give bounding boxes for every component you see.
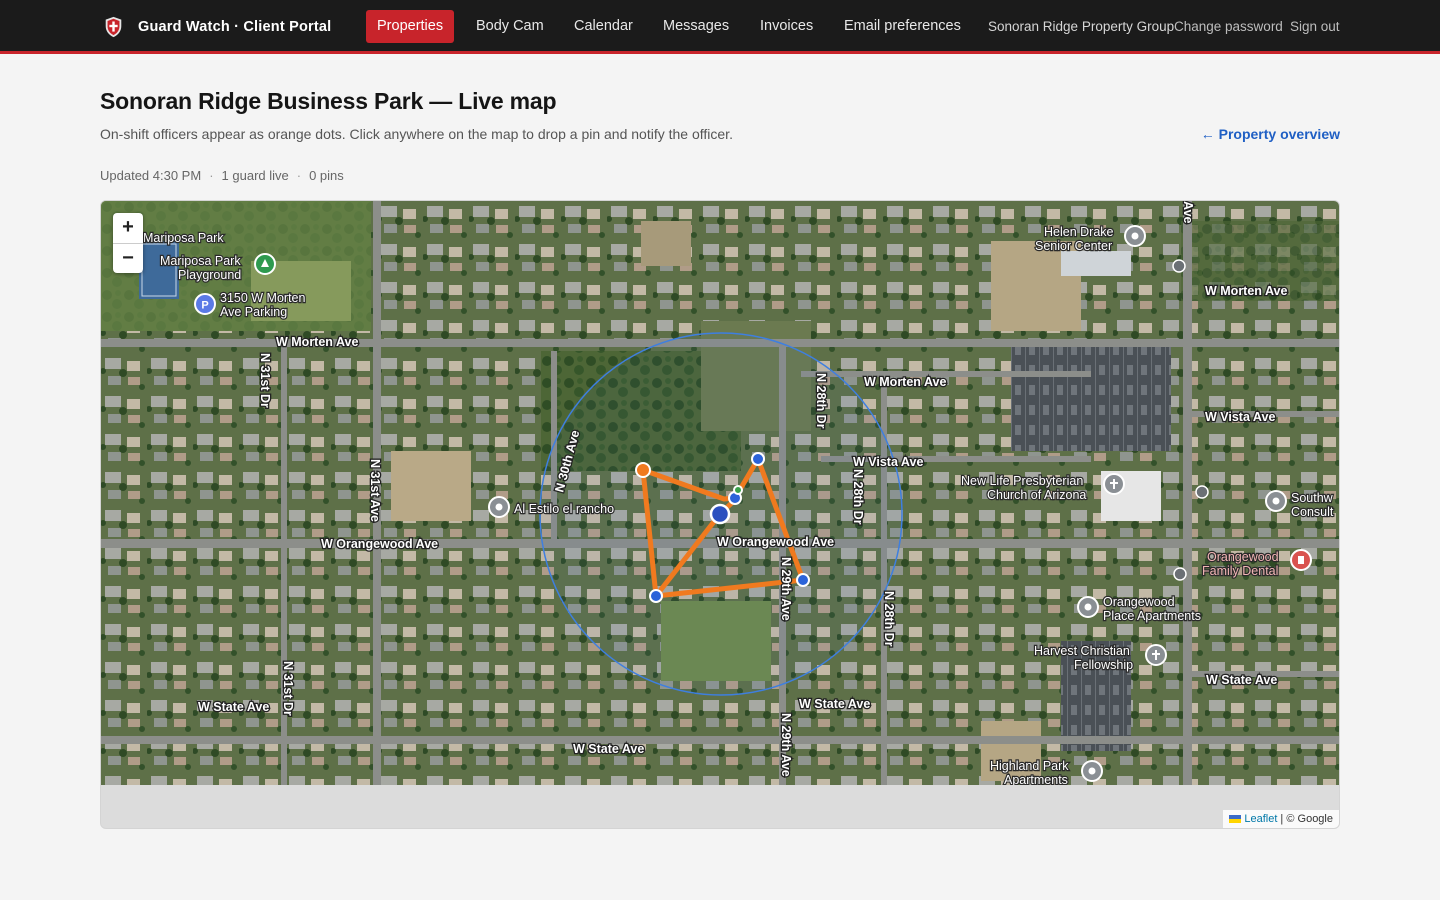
street-label: W Morten Ave xyxy=(864,375,946,389)
nav-messages[interactable]: Messages xyxy=(652,10,740,43)
change-password-link[interactable]: Change password xyxy=(1174,10,1283,43)
place-label: Orangewood xyxy=(1103,595,1175,609)
street-label: N 29th Ave xyxy=(779,713,793,777)
shield-logo-icon xyxy=(105,16,122,38)
street-label: W Vista Ave xyxy=(853,455,923,469)
nav-calendar[interactable]: Calendar xyxy=(563,10,644,43)
place-label: Helen Drake xyxy=(1044,225,1114,239)
nav-email-preferences[interactable]: Email preferences xyxy=(833,10,972,43)
place-label: Orangewood xyxy=(1207,550,1279,564)
street-label: N 31st Dr xyxy=(258,353,272,408)
street-label: W Morten Ave xyxy=(1205,284,1287,298)
street-label: W State Ave xyxy=(573,742,644,756)
place-label: Family Dental xyxy=(1202,564,1278,578)
place-label: Consult xyxy=(1291,505,1334,519)
street-label: W Vista Ave xyxy=(1205,410,1275,424)
top-nav: Guard Watch · Client Portal Properties B… xyxy=(0,0,1440,54)
map-attribution: Leaflet | © Google xyxy=(1223,810,1339,828)
street-label: N 31st Ave xyxy=(368,459,382,522)
street-label: N 29th Ave xyxy=(779,557,793,621)
page-title: Sonoran Ridge Business Park — Live map xyxy=(100,88,557,114)
street-label: N 28th Dr xyxy=(882,591,896,647)
nav-properties[interactable]: Properties xyxy=(366,10,455,43)
leaflet-link[interactable]: Leaflet xyxy=(1244,813,1277,825)
sign-out-link[interactable]: Sign out xyxy=(1290,10,1340,43)
place-label: Ave Parking xyxy=(220,305,287,319)
page-subtitle: On-shift officers appear as orange dots.… xyxy=(100,126,733,142)
place-label: Senior Center xyxy=(1035,239,1112,253)
nav-body-cam[interactable]: Body Cam xyxy=(465,10,555,43)
nav-invoices[interactable]: Invoices xyxy=(749,10,824,43)
satellite-map-tiles[interactable]: P W Morten Ave W Morten Ave W Morten Ave… xyxy=(101,201,1340,785)
street-label: N 28th Dr xyxy=(814,373,828,429)
place-label: 3150 W Morten xyxy=(220,291,306,305)
zoom-in-button[interactable]: + xyxy=(113,213,143,243)
place-label: Mariposa Park xyxy=(143,231,224,245)
place-label: Southw xyxy=(1291,491,1334,505)
zoom-control: + − xyxy=(113,213,143,273)
brand-title: Guard Watch · Client Portal xyxy=(138,19,332,35)
live-map[interactable]: P W Morten Ave W Morten Ave W Morten Ave… xyxy=(100,200,1340,829)
guards-live-count: 1 guard live xyxy=(221,168,289,183)
ukraine-flag-icon xyxy=(1229,815,1242,823)
place-label: Mariposa Park xyxy=(160,254,241,268)
place-label: New Life Presbyterian xyxy=(961,474,1083,488)
street-label: W State Ave xyxy=(198,700,269,714)
street-label: W Orangewood Ave xyxy=(717,535,834,549)
place-label: Fellowship xyxy=(1074,658,1133,672)
street-label: Ave xyxy=(1181,201,1195,224)
place-label: Apartments xyxy=(1004,773,1068,785)
pins-count: 0 pins xyxy=(309,168,344,183)
updated-time: Updated 4:30 PM xyxy=(100,168,202,183)
org-name: Sonoran Ridge Property Group xyxy=(988,19,1175,34)
provider-attribution: © Google xyxy=(1286,813,1333,825)
place-label: Playground xyxy=(178,268,241,282)
street-label: N 28th Dr xyxy=(851,469,865,525)
route-start-marker xyxy=(635,462,651,478)
status-line: Updated 4:30 PM · 1 guard live · 0 pins xyxy=(100,168,344,183)
place-label: Harvest Christian xyxy=(1034,644,1130,658)
street-label: W State Ave xyxy=(799,697,870,711)
place-label: Church of Arizona xyxy=(987,488,1086,502)
place-label: Place Apartments xyxy=(1103,609,1201,623)
brand[interactable]: Guard Watch · Client Portal xyxy=(104,14,331,40)
place-label: Highland Park xyxy=(990,759,1069,773)
street-label: N 31st Dr xyxy=(281,661,295,716)
street-label: W Morten Ave xyxy=(276,335,358,349)
street-label: W Orangewood Ave xyxy=(321,537,438,551)
property-overview-link[interactable]: ← Property overview xyxy=(1201,126,1340,142)
zoom-out-button[interactable]: − xyxy=(113,243,143,273)
street-label: W State Ave xyxy=(1206,673,1277,687)
svg-text:P: P xyxy=(201,300,208,312)
place-label: Al Estilo el rancho xyxy=(514,502,614,516)
officer-location-marker xyxy=(709,503,731,525)
